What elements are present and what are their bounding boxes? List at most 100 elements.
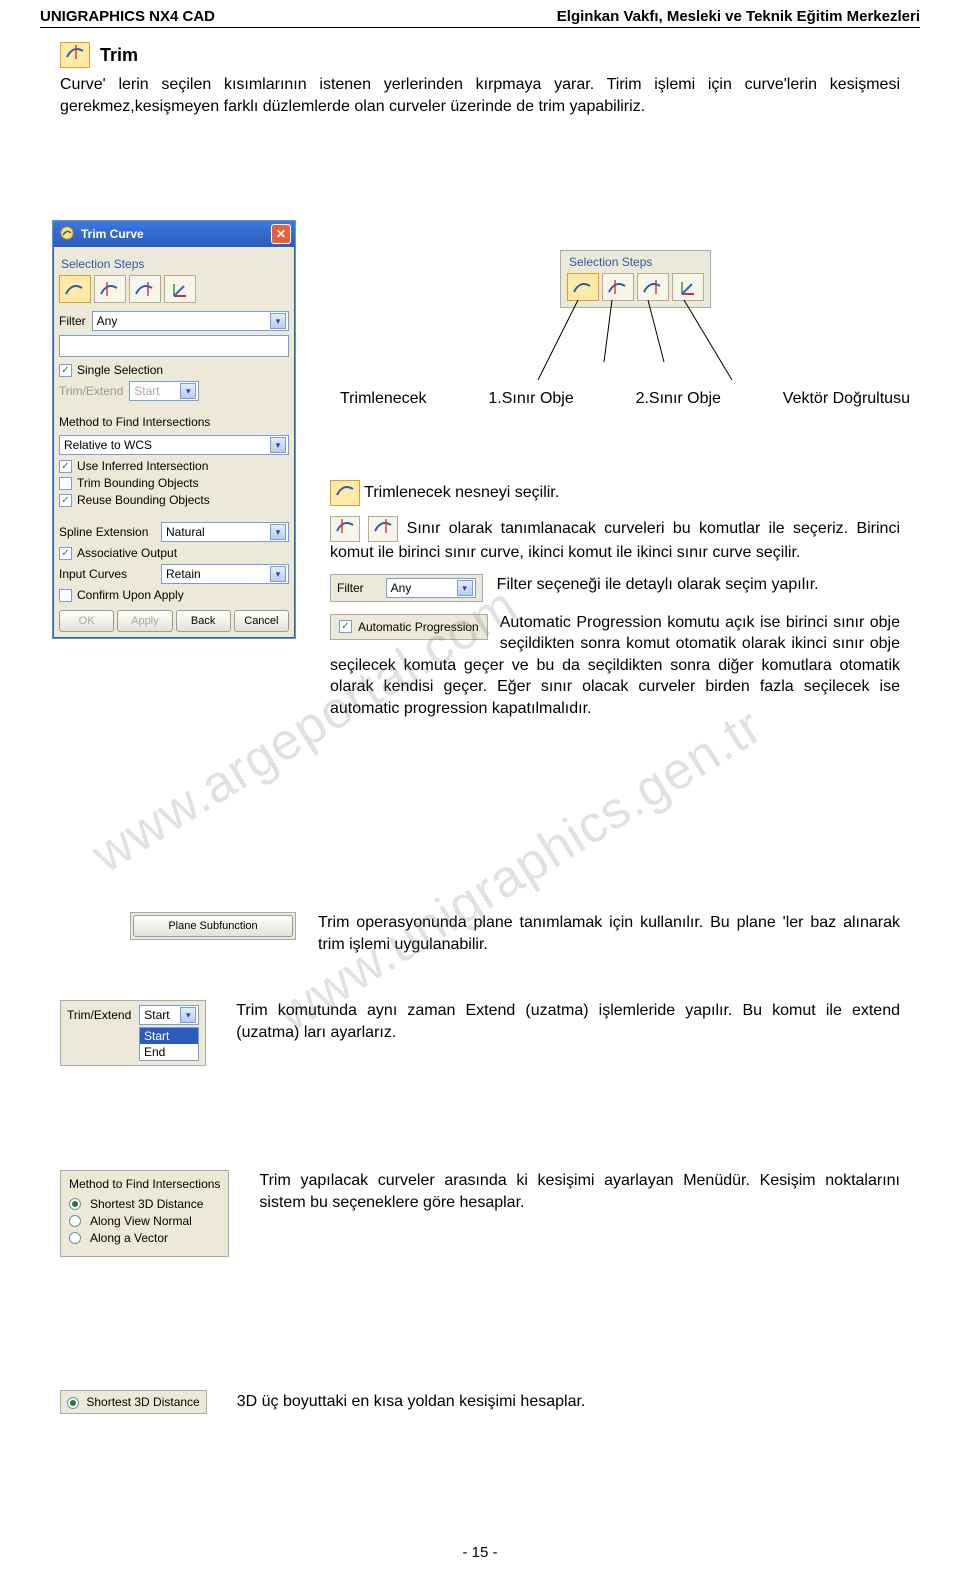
trim-bounding-label: Trim Bounding Objects [77, 476, 199, 490]
reuse-bounding-label: Reuse Bounding Objects [77, 493, 210, 507]
filter-block: Filter Any ▾ Filter seçeneği ile detaylı… [330, 574, 900, 602]
desc-bound2-icon [368, 516, 398, 542]
method-opt-vector: Along a Vector [90, 1231, 168, 1245]
anno-trimlenecek: Trimlenecek [340, 390, 427, 407]
dialog-title: Trim Curve [81, 227, 144, 241]
trim-extend-snippet: Trim/Extend Start ▾ Start End [60, 1000, 206, 1066]
anno-sinir2: 2.Sınır Obje [636, 390, 721, 408]
method-radio-vector[interactable] [69, 1232, 81, 1244]
associative-output-checkbox[interactable]: ✓ [59, 547, 72, 560]
selection-steps-label: Selection Steps [61, 257, 289, 271]
chevron-down-icon[interactable]: ▾ [270, 524, 286, 540]
method-opt-shortest: Shortest 3D Distance [90, 1197, 203, 1211]
select-vector-icon[interactable] [164, 275, 196, 303]
select-bound1-icon[interactable] [94, 275, 126, 303]
anno-sinir1: 1.Sınır Obje [488, 390, 573, 408]
autoprog-checkbox[interactable]: ✓ [339, 620, 352, 633]
method-panel-header: Method to Find Intersections [69, 1177, 220, 1191]
spline-extension-combo[interactable]: Natural ▾ [161, 522, 289, 542]
trim-bounding-checkbox[interactable] [59, 477, 72, 490]
trim-extend-listbox[interactable]: Start End [139, 1027, 199, 1061]
mini-selection-steps-label: Selection Steps [569, 255, 704, 269]
method-radio-shortest[interactable] [69, 1198, 81, 1210]
method-opt-view: Along View Normal [90, 1214, 192, 1228]
close-icon[interactable]: ✕ [271, 224, 291, 244]
anno-vektor: Vektör Doğrultusu [783, 390, 910, 407]
trim-extend-option-end[interactable]: End [140, 1044, 198, 1060]
confirm-apply-label: Confirm Upon Apply [77, 588, 184, 602]
plane-subfunction-snippet: Plane Subfunction [130, 912, 296, 940]
trim-extend-value: Start [134, 384, 159, 398]
back-button[interactable]: Back [176, 610, 231, 632]
method-panel-snippet: Method to Find Intersections Shortest 3D… [60, 1170, 229, 1257]
method-panel-text: Trim yapılacak curveler arasında ki kesi… [259, 1170, 900, 1213]
autoprog-snippet: ✓ Automatic Progression [330, 614, 488, 640]
method-to-find-label: Method to Find Intersections [59, 415, 289, 429]
trim-extend-text: Trim komutunda aynı zaman Extend (uzatma… [236, 1000, 900, 1043]
filter-combo-value: Any [97, 314, 118, 328]
spline-extension-label: Spline Extension [59, 525, 155, 539]
filter-combo[interactable]: Any ▾ [92, 311, 289, 331]
reuse-bounding-checkbox[interactable]: ✓ [59, 494, 72, 507]
header-rule [40, 27, 920, 28]
plane-subfunction-text: Trim operasyonunda plane tanımlamak için… [318, 912, 900, 955]
autoprog-label: Automatic Progression [358, 619, 479, 635]
confirm-apply-checkbox[interactable] [59, 589, 72, 602]
desc-bound1-icon [330, 516, 360, 542]
chevron-down-icon[interactable]: ▾ [270, 437, 286, 453]
selection-display-input[interactable] [59, 335, 289, 357]
chevron-down-icon[interactable]: ▾ [457, 580, 473, 596]
trim-curve-dialog: Trim Curve ✕ Selection Steps Filter Any … [52, 220, 296, 639]
trim-extend-snippet-value: Start [144, 1008, 169, 1022]
trim-extend-snippet-combo[interactable]: Start ▾ [139, 1005, 199, 1025]
plane-subfunction-button[interactable]: Plane Subfunction [133, 915, 293, 937]
autoprog-block: ✓ Automatic Progression Automatic Progre… [330, 612, 900, 720]
trim-extend-option-start[interactable]: Start [140, 1028, 198, 1044]
single-selection-checkbox[interactable]: ✓ [59, 364, 72, 377]
desc-select-string-icon [330, 480, 360, 506]
ok-button[interactable]: OK [59, 610, 114, 632]
single-selection-label: Single Selection [77, 363, 163, 377]
chevron-down-icon[interactable]: ▾ [270, 566, 286, 582]
filter-snippet-combo[interactable]: Any ▾ [386, 578, 476, 598]
shortest-text: 3D üç boyuttaki en kısa yoldan kesişimi … [237, 1391, 900, 1413]
desc-sinir-text: Sınır olarak tanımlanacak curveleri bu k… [330, 520, 900, 561]
chevron-down-icon[interactable]: ▾ [270, 313, 286, 329]
filter-control-snippet: Filter Any ▾ [330, 574, 483, 602]
header-right: Elginkan Vakfı, Mesleki ve Teknik Eğitim… [557, 8, 920, 25]
relative-wcs-combo[interactable]: Relative to WCS ▾ [59, 435, 289, 455]
filter-snippet-label: Filter [337, 580, 364, 596]
page-number: - 15 - [0, 1544, 960, 1561]
desc-sinir-row: Sınır olarak tanımlanacak curveleri bu k… [330, 516, 900, 564]
shortest-label: Shortest 3D Distance [86, 1395, 199, 1409]
trim-extend-label: Trim/Extend [59, 384, 123, 398]
filter-label: Filter [59, 314, 86, 328]
apply-button[interactable]: Apply [117, 610, 172, 632]
trim-extend-combo[interactable]: Start ▾ [129, 381, 199, 401]
associative-output-label: Associative Output [77, 546, 177, 560]
dialog-app-icon [59, 225, 75, 244]
use-inferred-checkbox[interactable]: ✓ [59, 460, 72, 473]
input-curves-combo[interactable]: Retain ▾ [161, 564, 289, 584]
shortest-snippet: Shortest 3D Distance [60, 1390, 207, 1414]
trim-extend-snippet-label: Trim/Extend [67, 1008, 131, 1022]
method-radio-view[interactable] [69, 1215, 81, 1227]
section-heading-trim: Trim [100, 45, 138, 66]
shortest-radio[interactable] [67, 1397, 79, 1409]
watermark-unigraphics: www.unigraphics.gen.tr [267, 696, 773, 1043]
spline-extension-value: Natural [166, 525, 205, 539]
cancel-button[interactable]: Cancel [234, 610, 289, 632]
dialog-titlebar: Trim Curve ✕ [53, 221, 295, 247]
trim-curve-icon [60, 42, 90, 68]
input-curves-value: Retain [166, 567, 201, 581]
filter-desc-text: Filter seçeneği ile detaylı olarak seçim… [497, 574, 900, 596]
use-inferred-label: Use Inferred Intersection [77, 459, 208, 473]
select-bound2-icon[interactable] [129, 275, 161, 303]
desc-trimlenecek-row: Trimlenecek nesneyi seçilir. [330, 480, 900, 506]
chevron-down-icon[interactable]: ▾ [180, 383, 196, 399]
intro-paragraph: Curve' lerin seçilen kısımlarının istene… [60, 74, 900, 117]
input-curves-label: Input Curves [59, 567, 155, 581]
chevron-down-icon[interactable]: ▾ [180, 1007, 196, 1023]
select-string-icon[interactable] [59, 275, 91, 303]
relative-wcs-value: Relative to WCS [64, 438, 152, 452]
